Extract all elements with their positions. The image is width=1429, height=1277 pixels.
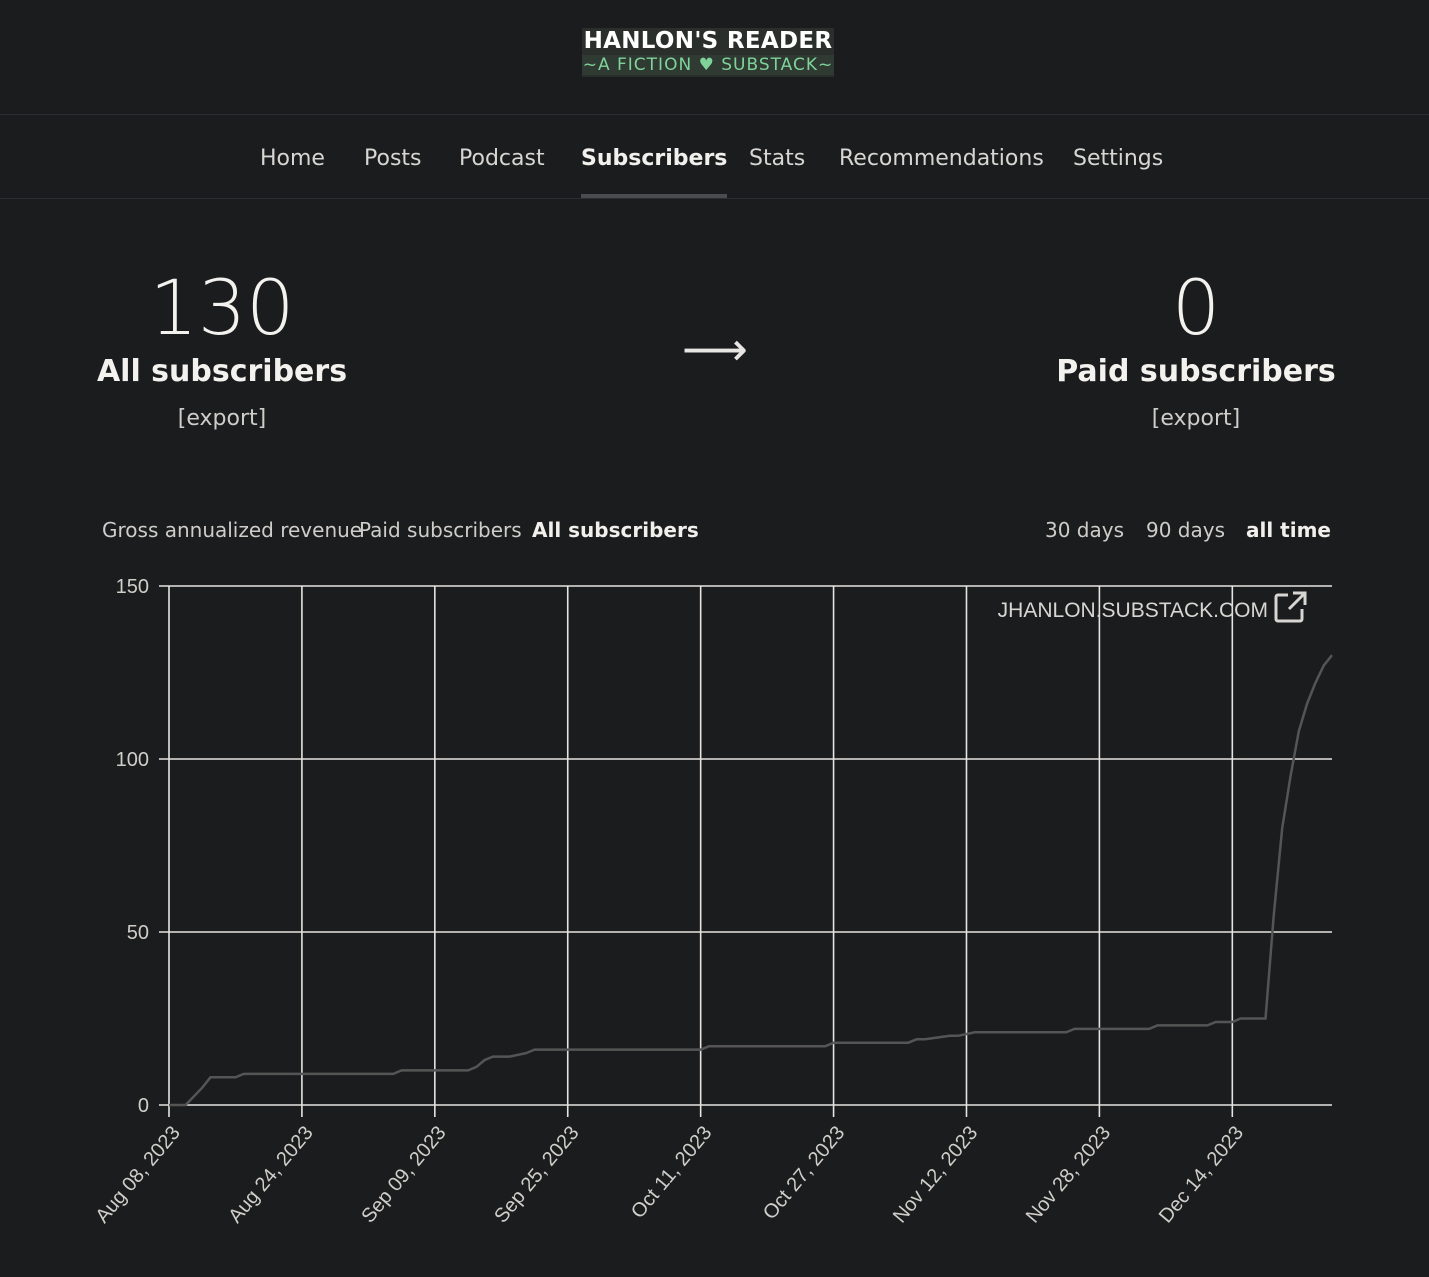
- tab-all-subscribers[interactable]: All subscribers: [532, 515, 699, 545]
- x-tick-label: Nov 28, 2023: [1022, 1122, 1115, 1227]
- paid-subscribers-count: 0: [1171, 263, 1221, 352]
- logo-title: HANLON'S READER: [583, 28, 833, 54]
- nav-home[interactable]: Home: [260, 115, 325, 198]
- nav-settings[interactable]: Settings: [1073, 115, 1163, 198]
- nav-stats[interactable]: Stats: [749, 115, 805, 198]
- series-line-all-subscribers: [169, 654, 1333, 1107]
- y-tick-label: 100: [116, 749, 149, 771]
- all-subscribers-export-link[interactable]: [export]: [72, 406, 372, 431]
- paid-subscribers-export-link[interactable]: [export]: [1046, 406, 1346, 431]
- external-link-icon[interactable]: [1274, 591, 1307, 623]
- logo-subtitle: ~A FICTION ♥ SUBSTACK~: [582, 55, 834, 75]
- y-tick-label: 0: [138, 1095, 149, 1117]
- y-tick-label: 50: [127, 922, 149, 944]
- range-30-days[interactable]: 30 days: [1045, 515, 1124, 545]
- paid-subscribers-label: Paid subscribers: [1056, 354, 1336, 389]
- x-tick-label: Oct 11, 2023: [627, 1122, 717, 1223]
- x-tick-label: Oct 27, 2023: [759, 1122, 849, 1224]
- chart-watermark[interactable]: JHANLON.SUBSTACK.COM: [998, 599, 1268, 622]
- nav-podcast[interactable]: Podcast: [459, 115, 545, 198]
- nav-subscribers[interactable]: Subscribers: [581, 115, 728, 198]
- x-tick-label: Sep 09, 2023: [357, 1122, 450, 1227]
- site-header: HANLON'S READER ~A FICTION ♥ SUBSTACK~: [0, 0, 1429, 115]
- publication-logo[interactable]: HANLON'S READER ~A FICTION ♥ SUBSTACK~: [582, 28, 834, 77]
- x-tick-label: Aug 24, 2023: [224, 1122, 317, 1227]
- nav-posts[interactable]: Posts: [364, 115, 422, 198]
- x-tick-label: Dec 14, 2023: [1155, 1122, 1248, 1227]
- x-tick-label: Sep 25, 2023: [490, 1122, 583, 1227]
- arrow-right-icon: ⟶: [682, 322, 748, 376]
- all-subscribers-stat: 130 All subscribers [export]: [72, 263, 372, 432]
- paid-subscribers-stat: 0 Paid subscribers [export]: [1046, 263, 1346, 432]
- all-subscribers-label: All subscribers: [96, 354, 348, 389]
- range-90-days[interactable]: 90 days: [1146, 515, 1225, 545]
- x-tick-label: Nov 12, 2023: [889, 1122, 982, 1227]
- range-all-time[interactable]: all time: [1246, 515, 1331, 545]
- dashboard-nav: Home Posts Podcast Subscribers Stats Rec…: [0, 115, 1429, 199]
- all-subscribers-count: 130: [149, 263, 295, 352]
- x-tick-label: Aug 08, 2023: [91, 1122, 184, 1227]
- tab-paid-subscribers[interactable]: Paid subscribers: [359, 515, 522, 545]
- subscribers-line-chart: 0 50 100 150 Aug 08, 2023 Aug 24, 2023 Sep 09,…: [91, 576, 1333, 1227]
- y-tick-label: 150: [116, 576, 149, 598]
- tab-gross-annualized-revenue[interactable]: Gross annualized revenue: [102, 515, 362, 545]
- nav-recommendations[interactable]: Recommendations: [839, 115, 1044, 198]
